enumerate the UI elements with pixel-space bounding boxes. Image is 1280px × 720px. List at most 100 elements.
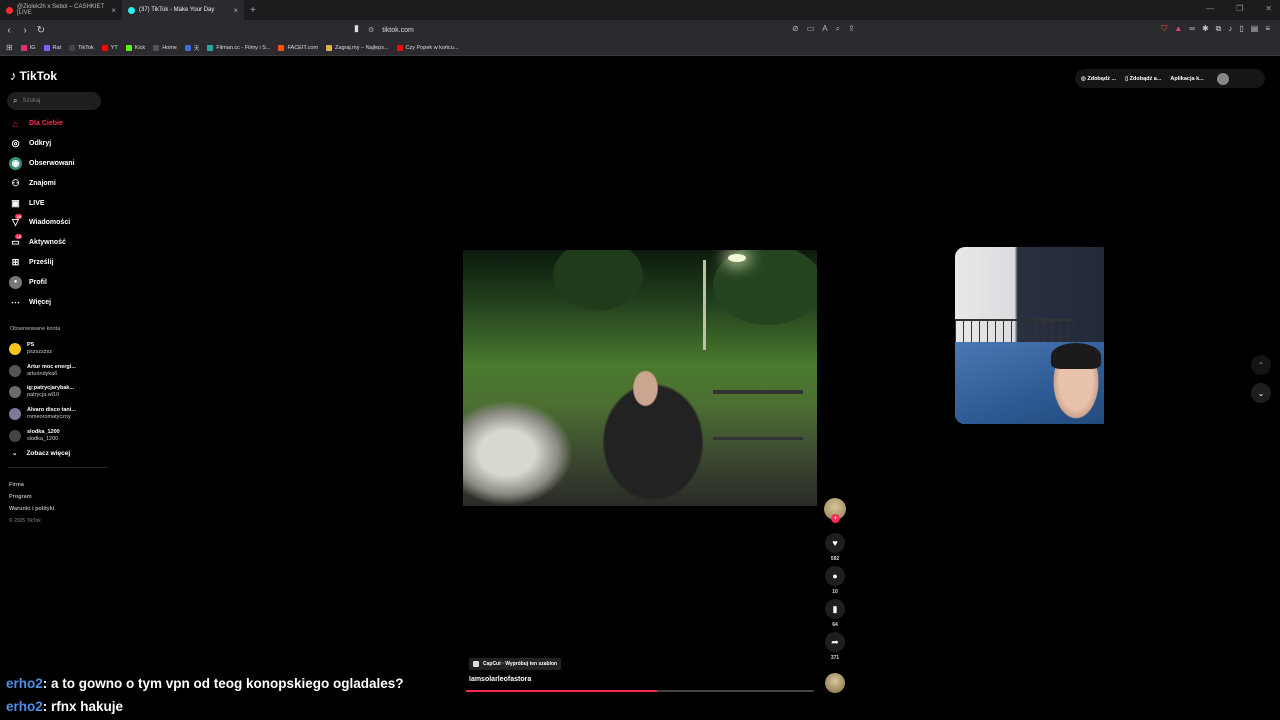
footer-link-terms[interactable]: Warunki i polityki [9, 503, 54, 515]
vpn-icon[interactable]: ∞ [1189, 24, 1195, 34]
tiktok-app: ♪ TikTok ⌕ Szukaj ⌂ Dla Ciebie ◎ Odkryj … [0, 57, 1280, 720]
video-author[interactable]: Iamsolarleofastora [469, 676, 531, 683]
save-button[interactable]: ▮ [825, 599, 845, 619]
back-icon[interactable]: ‹ [2, 25, 16, 36]
browser-toolbar: ‹ › ↻ ▮ ⚙ tiktok.com ⊘ ▭ A ⌕ ⇪ ⛉ ▲ ∞ ✱ ⧉… [0, 20, 1280, 40]
comment-button[interactable]: ● [825, 566, 845, 586]
video-player[interactable] [463, 250, 817, 506]
bookmark-item[interactable]: Zagraj.my – Najleps... [326, 44, 389, 51]
bookmark-item[interactable]: YT [101, 44, 118, 51]
tiktok-logo[interactable]: ♪ TikTok [10, 68, 57, 83]
no-camera-icon[interactable]: ⊘ [792, 24, 799, 34]
profile-icon: ● [9, 275, 22, 289]
forward-icon[interactable]: › [18, 25, 32, 36]
video-scene-lamp [728, 254, 746, 262]
bookmark-item[interactable]: Kick [125, 44, 145, 51]
bookmark-item[interactable]: FACEIT.com [278, 44, 318, 51]
user-avatar[interactable] [1216, 72, 1229, 85]
music-disc-icon[interactable] [825, 673, 845, 693]
share-icon[interactable]: ⇪ [848, 24, 855, 34]
puzzle-icon[interactable]: ⧉ [1216, 24, 1222, 34]
close-tab-icon[interactable]: × [111, 6, 116, 15]
bookmark-item[interactable]: 天 [184, 44, 199, 52]
coin-icon: ◎ [1081, 75, 1086, 82]
translate-icon[interactable]: A [822, 24, 827, 34]
close-tab-icon[interactable]: × [233, 6, 238, 15]
brave-shield-icon[interactable]: ⛉ [1161, 24, 1167, 34]
chevron-down-icon: ⌄ [12, 450, 18, 457]
avatar [9, 408, 21, 421]
sidebar-item-messages[interactable]: ▽ 23 Wiadomości [9, 213, 109, 233]
video-actions: + ♥ 592 ● 10 ▮ 64 ➦ 371 [823, 498, 847, 661]
youtube-icon [396, 44, 403, 51]
bookmark-item[interactable]: IG [20, 44, 36, 51]
sidebar-item-live[interactable]: ▣ LIVE [9, 193, 109, 213]
cast-icon[interactable]: ▭ [807, 24, 815, 34]
avatar [9, 430, 21, 443]
rewards-icon[interactable]: ▲ [1174, 24, 1182, 34]
sidebar-item-profile[interactable]: ● Profil [9, 272, 109, 292]
new-tab-button[interactable]: + [250, 5, 256, 16]
sidebar-item-friends[interactable]: ⚇ Znajomi [9, 173, 109, 193]
video-scene-blur [463, 400, 573, 506]
bookmark-item[interactable]: Rat [43, 44, 61, 51]
following-account[interactable]: PS pszszszsz [9, 338, 109, 360]
bookmark-icon[interactable]: ▮ [354, 23, 359, 34]
bookmark-item[interactable]: Czy Popek w końcu... [396, 44, 458, 51]
share-button[interactable]: ➦ [825, 632, 845, 652]
close-window-icon[interactable]: ✕ [1265, 4, 1272, 13]
browser-tab-active[interactable]: (37) TikTok - Make Your Day × [122, 0, 244, 20]
reload-icon[interactable]: ↻ [34, 25, 48, 36]
site-info-icon[interactable]: ⚙ [368, 26, 374, 34]
bookmark-item[interactable]: TikTok [69, 44, 94, 51]
kick-icon [125, 44, 132, 51]
following-account[interactable]: ig:patrycjarybak... patrycja.wl10 [9, 382, 109, 404]
minimize-icon[interactable]: — [1206, 4, 1214, 13]
address-tools: ⊘ ▭ A ⌕ ⇪ [792, 24, 855, 34]
music-icon[interactable]: ♪ [1228, 24, 1232, 34]
restore-icon[interactable]: ❐ [1236, 4, 1243, 13]
previous-video-button[interactable]: ⌃ [1251, 355, 1271, 375]
following-account[interactable]: slodka_1200 slodka_1200 [9, 425, 109, 447]
following-account[interactable]: Alvaro disco tani... romeoromatyczny [9, 403, 109, 425]
sidebar-icon[interactable]: ▯ [1239, 24, 1243, 34]
get-coins-button[interactable]: ◎ Zdobądź ... [1081, 76, 1116, 82]
apps-grid-icon[interactable]: ⊞ [6, 43, 13, 52]
sidebar-item-upload[interactable]: ⊞ Prześlij [9, 253, 109, 273]
menu-icon[interactable]: ≡ [1265, 24, 1270, 34]
video-scene-lamppost [703, 260, 706, 350]
search-input[interactable]: ⌕ Szukaj [7, 92, 101, 110]
follow-plus-icon[interactable]: + [831, 514, 840, 523]
sidebar-item-activity[interactable]: ▭ 16 Aktywność [9, 233, 109, 253]
capcut-template-tag[interactable]: CapCut · Wypróbuj ten szablon [469, 658, 562, 670]
next-video-button[interactable]: ⌄ [1251, 383, 1271, 403]
copyright: © 2025 TikTok [9, 518, 41, 524]
following-account[interactable]: Artur moc energi... arturindyka6 [9, 360, 109, 382]
chevron-up-icon: ⌃ [1257, 360, 1265, 370]
bookmark-item[interactable]: Home [153, 44, 177, 51]
sidebar-item-for-you[interactable]: ⌂ Dla Ciebie [9, 114, 109, 134]
footer-link-program[interactable]: Program [9, 491, 54, 503]
get-app-button[interactable]: ▯ Zdobądź a... [1125, 76, 1161, 82]
sidebar-item-more[interactable]: ⋯ Więcej [9, 292, 109, 312]
avatar [9, 342, 21, 355]
zoom-icon[interactable]: ⌕ [836, 24, 840, 34]
comment-count: 10 [832, 589, 838, 595]
footer-link-company[interactable]: Firma [9, 479, 54, 491]
video-scene-person [563, 338, 713, 506]
desktop-app-button[interactable]: Aplikacja k... [1170, 76, 1203, 82]
see-more-button[interactable]: ⌄ Zobacz więcej [12, 449, 70, 458]
like-button[interactable]: ♥ [825, 533, 845, 553]
extension-icon[interactable]: ✱ [1202, 24, 1209, 34]
wallet-icon[interactable]: ▤ [1251, 24, 1259, 34]
sidebar-item-following[interactable]: ◉ Obserwowani [9, 154, 109, 174]
bookmark-item[interactable]: Filman.cc - Filmy i S... [207, 44, 270, 51]
video-progress-bar[interactable] [466, 690, 814, 692]
sidebar-item-explore[interactable]: ◎ Odkryj [9, 134, 109, 154]
bookmark-icon: ▮ [832, 603, 838, 614]
sidebar-footer: Firma Program Warunki i polityki © 2025 … [9, 479, 54, 527]
compass-icon: ◎ [11, 138, 20, 149]
browser-tab[interactable]: @Ziolek2h x Sebol – CASHKIET [LIVE × [0, 0, 122, 20]
chat-message: erho2: rfnx hakuje [6, 699, 123, 714]
creator-avatar[interactable]: + [824, 498, 846, 523]
